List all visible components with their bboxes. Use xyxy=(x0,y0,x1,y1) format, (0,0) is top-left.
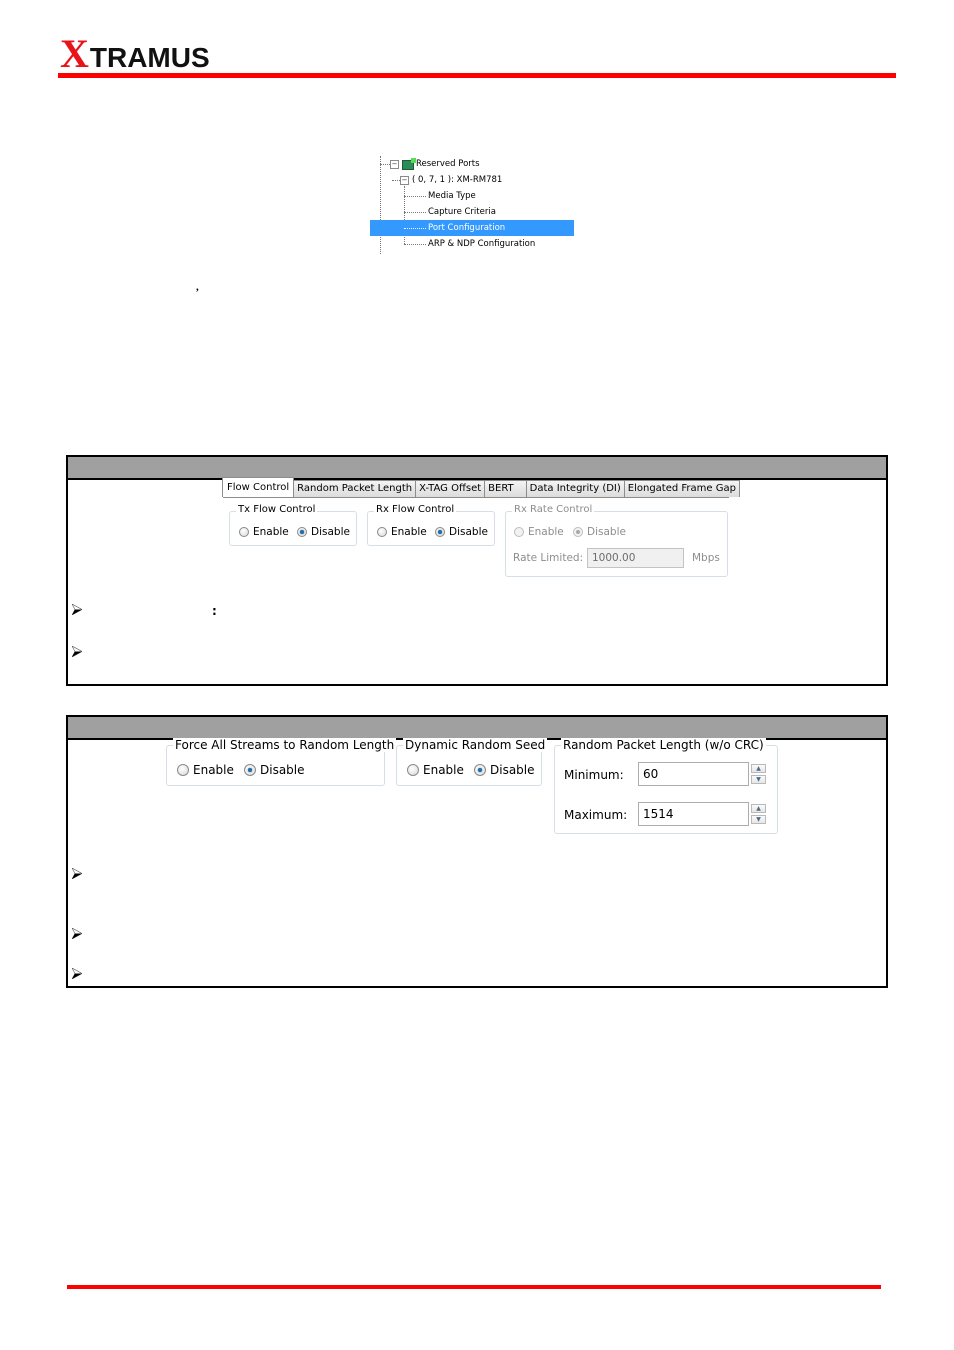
rx-rate-control-group: Rx Rate Control Enable Disable Rate Limi… xyxy=(505,504,728,577)
tree-item-port[interactable]: ( 0, 7, 1 ): XM-RM781 xyxy=(412,172,502,188)
rate-limited-input[interactable]: 1000.00 xyxy=(587,548,684,568)
tree-item-reserved-ports[interactable]: Reserved Ports xyxy=(416,156,480,172)
tab-elongated-frame-gap[interactable]: Elongated Frame Gap xyxy=(623,480,740,497)
stray-colon: : xyxy=(212,604,217,618)
seed-disable-radio[interactable]: Disable xyxy=(474,763,535,777)
tab-bert[interactable]: BERT xyxy=(484,480,527,497)
tree-item-media-type[interactable]: Media Type xyxy=(428,188,476,204)
radio-off-icon xyxy=(239,527,249,537)
stray-comma: , xyxy=(196,281,199,293)
maximum-input[interactable]: 1514 xyxy=(638,802,749,826)
radio-on-icon xyxy=(297,527,307,537)
maximum-label: Maximum: xyxy=(564,808,628,822)
minimum-label: Minimum: xyxy=(564,768,624,782)
radio-off-icon xyxy=(377,527,387,537)
table-header-bar xyxy=(68,457,886,480)
tab-data-integrity[interactable]: Data Integrity (DI) xyxy=(525,480,625,497)
arrow-bullet-icon xyxy=(72,928,82,939)
rate-unit-label: Mbps xyxy=(692,552,720,564)
radio-label: Disable xyxy=(490,763,535,777)
logo-x: X xyxy=(60,31,89,76)
random-packet-length-group: Random Packet Length (w/o CRC) Minimum: … xyxy=(554,738,778,834)
radio-on-icon xyxy=(573,527,583,537)
radio-on-icon xyxy=(474,764,486,776)
arrow-bullet-icon xyxy=(72,646,82,657)
tree-connector xyxy=(404,196,426,197)
tree-guide-line xyxy=(380,156,381,254)
group-title: Rx Rate Control xyxy=(512,504,595,515)
group-title: Tx Flow Control xyxy=(236,504,318,515)
rx-disable-radio[interactable]: Disable xyxy=(435,526,488,538)
radio-off-icon xyxy=(407,764,419,776)
tree-connector xyxy=(404,228,426,229)
rate-limited-label: Rate Limited: xyxy=(513,552,584,564)
radio-on-icon xyxy=(435,527,445,537)
collapse-icon[interactable]: − xyxy=(390,160,399,169)
table-header-bar xyxy=(68,717,886,740)
radio-label: Enable xyxy=(423,763,464,777)
arrow-bullet-icon xyxy=(72,604,82,615)
tree-connector xyxy=(404,212,426,213)
tab-baseline xyxy=(223,497,729,498)
maximum-spinner[interactable]: ▲ ▼ xyxy=(751,804,766,824)
radio-label: Enable xyxy=(528,526,564,538)
seed-enable-radio[interactable]: Enable xyxy=(407,763,464,777)
tree-item-label: Port Configuration xyxy=(428,223,506,233)
radio-label: Disable xyxy=(260,763,305,777)
radio-label: Enable xyxy=(193,763,234,777)
tab-xtag-offset[interactable]: X-TAG Offset xyxy=(415,480,486,497)
tree-connector xyxy=(392,180,400,181)
tab-random-packet-length[interactable]: Random Packet Length xyxy=(293,480,417,497)
tx-disable-radio[interactable]: Disable xyxy=(297,526,350,538)
minimum-input[interactable]: 60 xyxy=(638,762,749,786)
tab-strip: Flow Control Random Packet Length X-TAG … xyxy=(222,477,740,497)
radio-label: Enable xyxy=(253,526,289,538)
footer-rule xyxy=(67,1285,881,1289)
spin-up-icon[interactable]: ▲ xyxy=(751,764,766,773)
rx-flow-control-group: Rx Flow Control Enable Disable xyxy=(367,504,495,546)
radio-off-icon xyxy=(514,527,524,537)
radio-label: Enable xyxy=(391,526,427,538)
group-title: Force All Streams to Random Length xyxy=(173,738,397,752)
network-ports-icon xyxy=(402,158,416,170)
radio-label: Disable xyxy=(311,526,350,538)
force-disable-radio[interactable]: Disable xyxy=(244,763,305,777)
arrow-bullet-icon xyxy=(72,968,82,979)
xtramus-logo: X TRAMUS xyxy=(60,31,210,76)
minimum-spinner[interactable]: ▲ ▼ xyxy=(751,764,766,784)
spin-up-icon[interactable]: ▲ xyxy=(751,804,766,813)
radio-on-icon xyxy=(244,764,256,776)
tree-connector xyxy=(380,164,390,165)
arrow-bullet-icon xyxy=(72,868,82,879)
tree-item-capture-criteria[interactable]: Capture Criteria xyxy=(428,204,496,220)
radio-label: Disable xyxy=(587,526,626,538)
force-enable-radio[interactable]: Enable xyxy=(177,763,234,777)
radio-label: Disable xyxy=(449,526,488,538)
group-title: Rx Flow Control xyxy=(374,504,457,515)
port-tree-view: − Reserved Ports − ( 0, 7, 1 ): XM-RM781… xyxy=(370,156,574,254)
rx-enable-radio[interactable]: Enable xyxy=(377,526,427,538)
radio-off-icon xyxy=(177,764,189,776)
force-random-length-group: Force All Streams to Random Length Enabl… xyxy=(166,738,397,786)
rate-disable-radio[interactable]: Disable xyxy=(573,526,626,538)
tab-flow-control[interactable]: Flow Control xyxy=(222,477,295,497)
tree-item-port-configuration[interactable]: Port Configuration xyxy=(370,220,574,236)
group-title: Random Packet Length (w/o CRC) xyxy=(561,738,766,752)
group-title: Dynamic Random Seed xyxy=(403,738,548,752)
tx-enable-radio[interactable]: Enable xyxy=(239,526,289,538)
collapse-icon[interactable]: − xyxy=(400,176,409,185)
rate-enable-radio[interactable]: Enable xyxy=(514,526,564,538)
tree-connector xyxy=(404,244,426,245)
logo-text: TRAMUS xyxy=(89,42,210,73)
header-rule xyxy=(58,73,896,78)
tx-flow-control-group: Tx Flow Control Enable Disable xyxy=(229,504,357,546)
tree-item-arp-ndp[interactable]: ARP & NDP Configuration xyxy=(428,236,535,252)
dynamic-random-seed-group: Dynamic Random Seed Enable Disable xyxy=(396,738,548,786)
spin-down-icon[interactable]: ▼ xyxy=(751,815,766,824)
spin-down-icon[interactable]: ▼ xyxy=(751,775,766,784)
